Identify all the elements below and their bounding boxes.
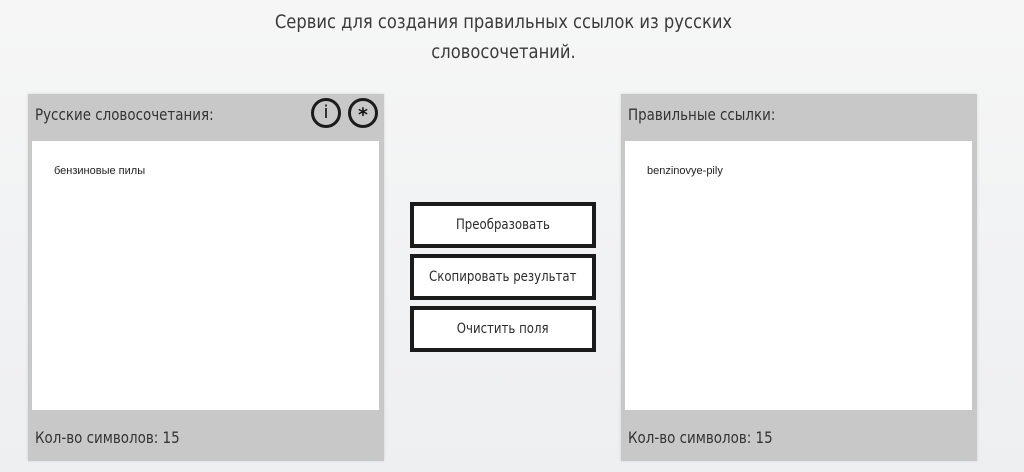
output-char-count: Кол-во символов: 15 bbox=[628, 428, 773, 447]
input-panel-title: Русские словосочетания: bbox=[35, 105, 214, 124]
clear-fields-button[interactable]: Очистить поля bbox=[410, 306, 596, 352]
slug-output[interactable]: benzinovye-pily bbox=[625, 141, 972, 410]
page-title-line-2: словосочетаний. bbox=[431, 41, 576, 63]
info-icon-glyph: i bbox=[323, 102, 329, 123]
convert-button-label: Преобразовать bbox=[455, 217, 551, 233]
page-title: Сервис для создания правильных ссылок из… bbox=[70, 7, 936, 67]
asterisk-icon[interactable]: * bbox=[348, 98, 378, 128]
input-char-count: Кол-во символов: 15 bbox=[35, 428, 180, 447]
input-panel: Русские словосочетания: i * бензиновые п… bbox=[28, 94, 384, 461]
copy-result-button[interactable]: Скопировать результат bbox=[410, 254, 596, 300]
page-title-line-1: Сервис для создания правильных ссылок из… bbox=[274, 11, 733, 33]
asterisk-icon-glyph: * bbox=[358, 104, 368, 126]
clear-fields-button-label: Очистить поля bbox=[457, 321, 549, 337]
output-panel-title: Правильные ссылки: bbox=[628, 105, 776, 124]
output-panel: Правильные ссылки: benzinovye-pily Кол-в… bbox=[621, 94, 977, 461]
action-buttons: Преобразовать Скопировать результат Очис… bbox=[410, 202, 596, 358]
convert-button[interactable]: Преобразовать bbox=[410, 202, 596, 248]
copy-result-button-label: Скопировать результат bbox=[429, 269, 577, 285]
russian-phrases-input[interactable]: бензиновые пилы bbox=[32, 141, 379, 410]
info-icon[interactable]: i bbox=[311, 98, 341, 128]
input-panel-icons: i * bbox=[311, 98, 378, 128]
